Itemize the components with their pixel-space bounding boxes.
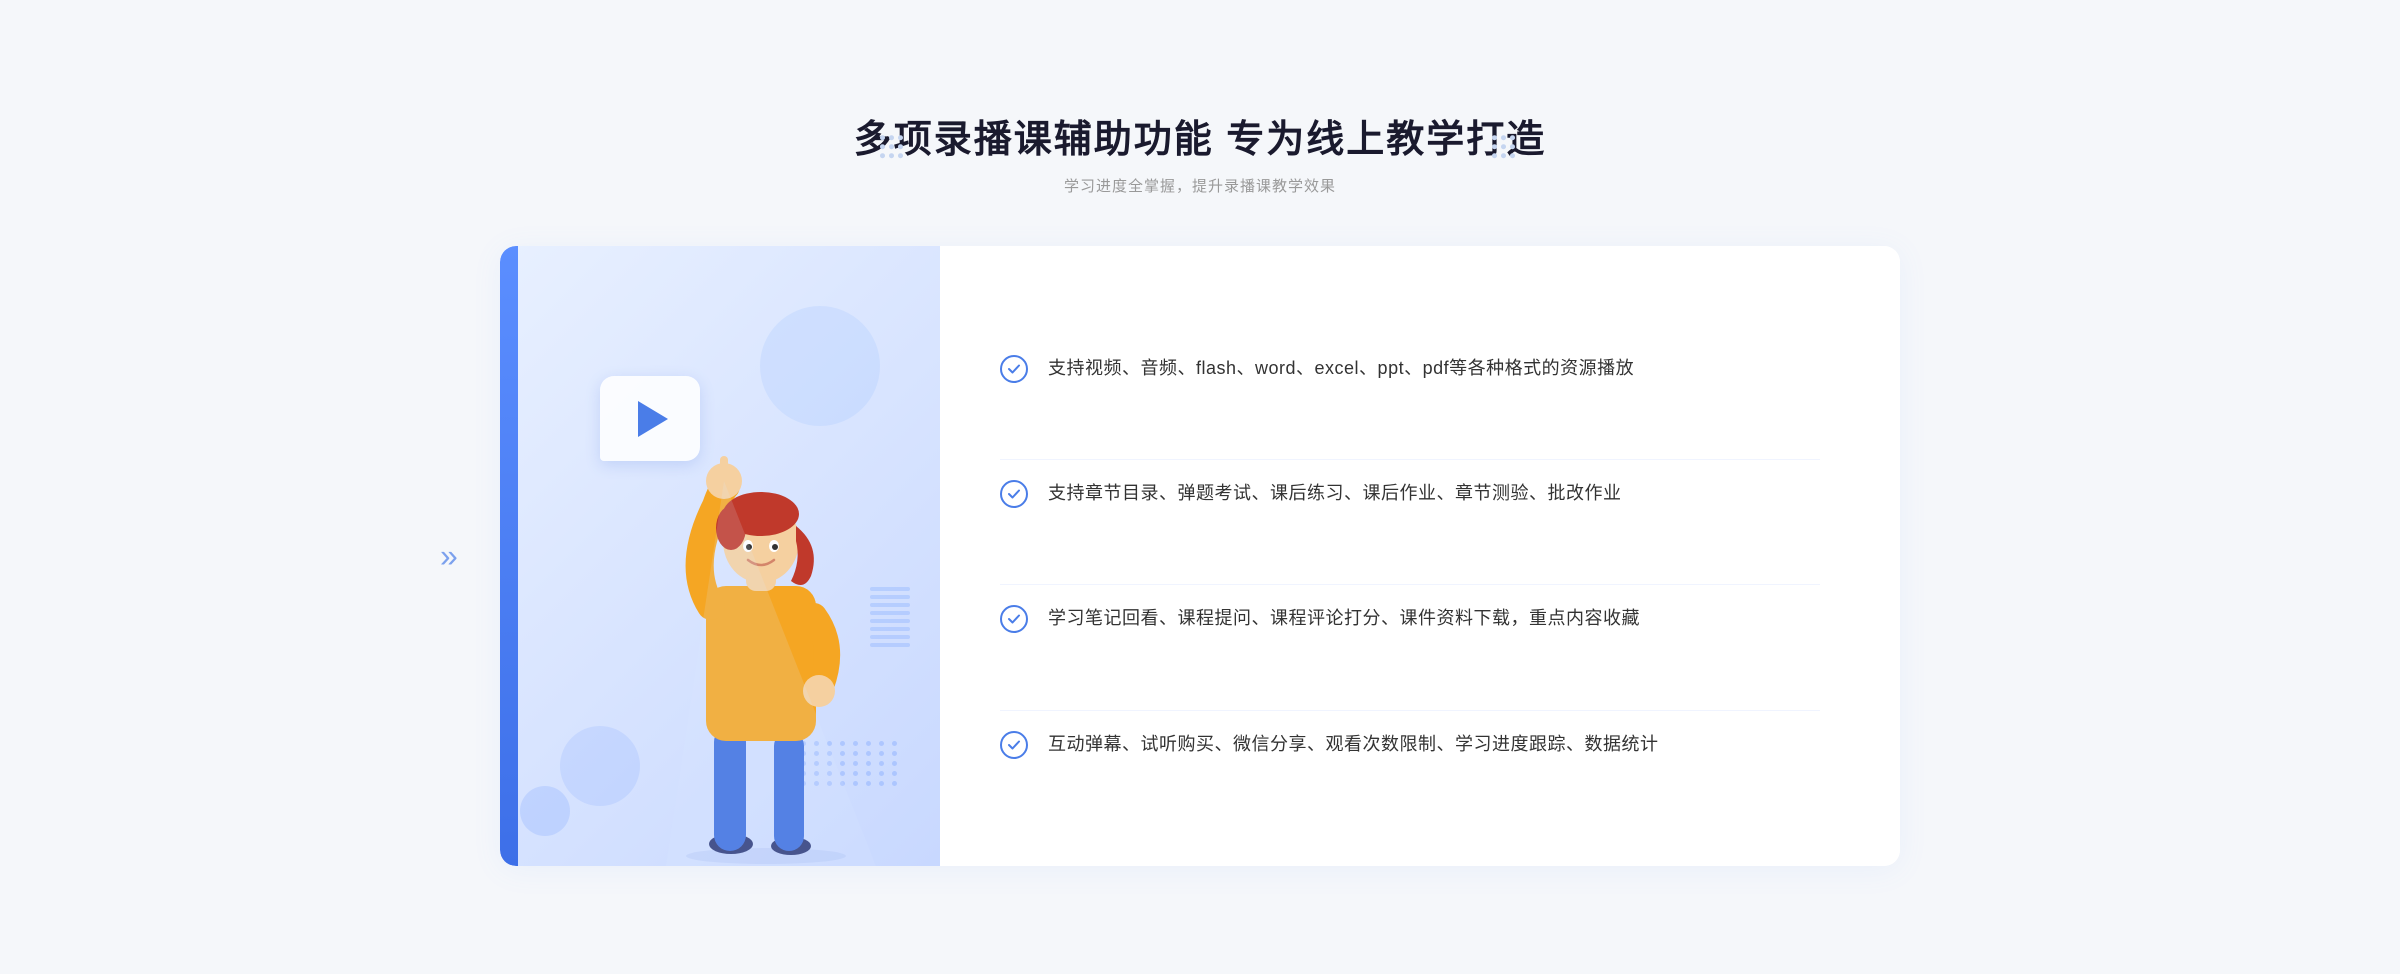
chevron-left-icon: » — [440, 538, 458, 575]
feature-item-2: 支持章节目录、弹题考试、课后练习、课后作业、章节测验、批改作业 — [1000, 459, 1820, 527]
circle-decoration-1 — [560, 726, 640, 806]
person-illustration — [636, 366, 916, 866]
main-content: » — [500, 246, 1900, 866]
page-subtitle: 学习进度全掌握，提升录播课教学效果 — [500, 175, 1900, 196]
feature-text-3: 学习笔记回看、课程提问、课程评论打分、课件资料下载，重点内容收藏 — [1048, 603, 1640, 634]
circle-decoration-2 — [520, 786, 570, 836]
check-icon-4 — [1000, 731, 1028, 759]
feature-text-1: 支持视频、音频、flash、word、excel、ppt、pdf等各种格式的资源… — [1048, 353, 1634, 384]
feature-item-1: 支持视频、音频、flash、word、excel、ppt、pdf等各种格式的资源… — [1000, 335, 1820, 402]
blue-side-bar — [500, 246, 518, 866]
check-icon-1 — [1000, 355, 1028, 383]
feature-text-2: 支持章节目录、弹题考试、课后练习、课后作业、章节测验、批改作业 — [1048, 478, 1622, 509]
left-illustration-panel — [500, 246, 940, 866]
right-features-panel: 支持视频、音频、flash、word、excel、ppt、pdf等各种格式的资源… — [940, 246, 1900, 866]
header-section: 多项录播课辅助功能 专为线上教学打造 学习进度全掌握，提升录播课教学效果 — [500, 108, 1900, 196]
page-wrapper: 多项录播课辅助功能 专为线上教学打造 学习进度全掌握，提升录播课教学效果 » — [500, 108, 1900, 866]
check-icon-3 — [1000, 605, 1028, 633]
feature-item-3: 学习笔记回看、课程提问、课程评论打分、课件资料下载，重点内容收藏 — [1000, 584, 1820, 652]
page-title: 多项录播课辅助功能 专为线上教学打造 — [854, 108, 1547, 163]
feature-text-4: 互动弹幕、试听购买、微信分享、观看次数限制、学习进度跟踪、数据统计 — [1048, 729, 1659, 760]
feature-item-4: 互动弹幕、试听购买、微信分享、观看次数限制、学习进度跟踪、数据统计 — [1000, 710, 1820, 778]
check-icon-2 — [1000, 480, 1028, 508]
header-dots-left — [880, 135, 908, 163]
header-dots-right — [1492, 135, 1520, 163]
